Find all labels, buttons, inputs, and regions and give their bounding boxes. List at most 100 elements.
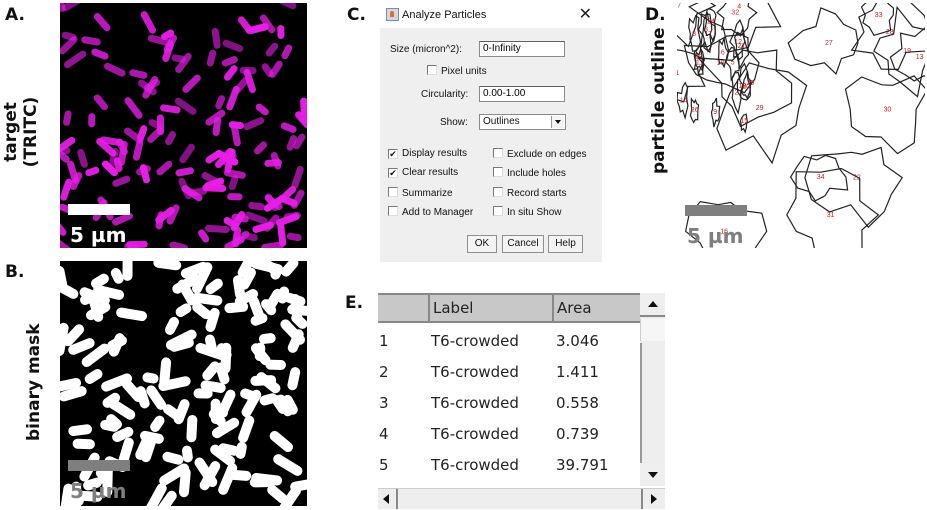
particle-number: 24	[707, 19, 715, 26]
panel-b-letter: B.	[5, 262, 25, 282]
checkbox-label: Record starts	[507, 188, 567, 199]
checkbox-box[interactable]	[493, 167, 503, 177]
particle-number: 7	[677, 3, 681, 10]
checkbox-box[interactable]	[493, 206, 503, 216]
mask-blob	[153, 261, 182, 271]
checkbox-box[interactable]	[388, 187, 398, 197]
panel-d-letter: D.	[645, 5, 666, 25]
dialog-body: Size (micron^2): Pixel units Circularity…	[380, 28, 602, 262]
circularity-input[interactable]	[479, 86, 565, 102]
include-holes-checkbox[interactable]: Include holes	[493, 167, 566, 179]
checkbox-box[interactable]	[493, 148, 503, 158]
cell	[175, 167, 194, 177]
mask-blob	[235, 441, 247, 459]
column-header-index[interactable]	[378, 295, 428, 321]
mask-blob	[142, 372, 159, 384]
horizontal-scrollbar[interactable]	[378, 488, 665, 509]
pixel-units-checkbox[interactable]: Pixel units	[427, 65, 487, 77]
display-results-checkbox[interactable]: ✔ Display results	[388, 148, 467, 159]
cell	[255, 103, 269, 116]
column-header-area[interactable]: Area	[552, 295, 640, 321]
mask-blob	[287, 367, 301, 391]
scroll-thumb[interactable]	[640, 319, 665, 341]
arrow-left-icon	[383, 494, 389, 504]
results-table: Label Area 1 T6-crowded 3.046 2 T6-crowded 1.…	[378, 293, 665, 509]
table-row[interactable]: 4 T6-crowded 0.739	[378, 420, 640, 449]
checkbox-box[interactable]	[388, 206, 398, 216]
cell	[243, 117, 265, 131]
mask-blob	[72, 438, 95, 450]
chevron-down-icon[interactable]	[551, 116, 564, 128]
dialog-titlebar[interactable]: Analyze Particles ✕	[380, 0, 602, 28]
exclude-on-edges-checkbox[interactable]: Exclude on edges	[493, 148, 587, 160]
checkbox-box[interactable]: ✔	[388, 149, 398, 159]
particle-number: 26	[691, 107, 699, 114]
cell	[222, 39, 244, 53]
cell	[129, 69, 148, 79]
cell	[277, 24, 285, 40]
scalebar-label: 5 µm	[687, 224, 744, 248]
record-starts-checkbox[interactable]: Record starts	[493, 187, 566, 199]
row-label: T6-crowded	[431, 425, 519, 443]
cell	[278, 3, 297, 10]
mask-blob	[281, 261, 299, 277]
column-header-label[interactable]: Label	[428, 295, 552, 321]
scroll-right-button[interactable]	[641, 489, 665, 509]
mask-blob	[186, 414, 198, 443]
table-row[interactable]: 2 T6-crowded 1.411	[378, 358, 640, 387]
mask-blob	[290, 478, 307, 492]
cell	[179, 143, 195, 164]
particle-outline	[716, 62, 808, 165]
cancel-button[interactable]: Cancel	[502, 235, 544, 253]
cell	[226, 85, 240, 111]
cell	[286, 232, 302, 242]
checkbox-label: Add to Manager	[402, 207, 474, 218]
row-label: T6-crowded	[431, 332, 519, 350]
cell	[221, 56, 238, 67]
cell	[211, 27, 221, 49]
summarize-checkbox[interactable]: Summarize	[388, 187, 453, 199]
help-button[interactable]: Help	[548, 235, 583, 253]
cell	[63, 50, 87, 69]
add-to-manager-checkbox[interactable]: Add to Manager	[388, 206, 473, 218]
row-index: 2	[379, 363, 389, 381]
scroll-left-button[interactable]	[378, 489, 398, 509]
row-area: 0.558	[556, 394, 599, 412]
panel-b-label: binary mask	[24, 323, 44, 441]
analyze-particles-dialog: Analyze Particles ✕ Size (micron^2): Pix…	[380, 0, 602, 262]
show-dropdown[interactable]: Outlines	[479, 114, 566, 130]
vertical-scrollbar[interactable]	[640, 293, 665, 486]
cell	[291, 165, 304, 189]
pixel-units-label: Pixel units	[441, 66, 487, 77]
mask-blob	[162, 451, 184, 465]
panel-a-letter: A.	[5, 5, 25, 25]
table-row[interactable]: 5 T6-crowded 39.791	[378, 451, 640, 480]
scroll-track[interactable]	[640, 343, 642, 463]
cell	[91, 48, 109, 60]
mask-blob	[210, 398, 221, 425]
ok-button[interactable]: OK	[467, 235, 497, 253]
cell	[182, 74, 201, 93]
in-situ-show-checkbox[interactable]: In situ Show	[493, 206, 561, 218]
table-row[interactable]: 3 T6-crowded 0.558	[378, 389, 640, 418]
cell	[140, 11, 157, 34]
scalebar-label: 5 µm	[70, 479, 127, 503]
cell	[165, 131, 177, 146]
mask-blob	[258, 333, 276, 344]
mask-blob	[273, 454, 303, 476]
clear-results-checkbox[interactable]: ✔ Clear results	[388, 167, 458, 178]
scroll-up-button[interactable]	[640, 293, 665, 317]
scroll-down-button[interactable]	[640, 464, 665, 486]
close-icon[interactable]: ✕	[579, 4, 592, 24]
checkbox-box[interactable]	[427, 65, 437, 75]
row-label: T6-crowded	[431, 456, 519, 474]
checkbox-box[interactable]	[493, 187, 503, 197]
cell	[227, 193, 243, 201]
size-input[interactable]	[479, 41, 565, 57]
checkbox-box[interactable]: ✔	[388, 168, 398, 178]
checkbox-label: In situ Show	[507, 207, 562, 218]
table-row[interactable]: 1 T6-crowded 3.046	[378, 327, 640, 356]
binary-mask-image: 5 µm	[60, 261, 307, 506]
row-index: 1	[379, 332, 389, 350]
cell	[254, 141, 268, 155]
